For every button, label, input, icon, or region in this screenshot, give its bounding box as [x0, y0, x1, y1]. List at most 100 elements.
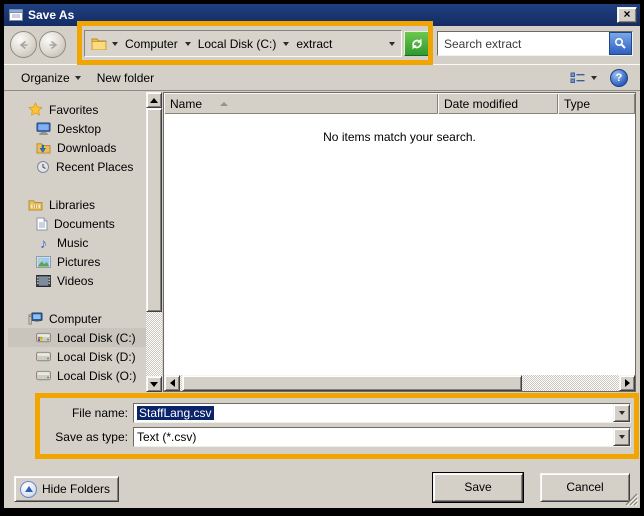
- arrow-up-icon: [150, 98, 158, 103]
- scroll-down-button[interactable]: [146, 376, 162, 392]
- sidebar-item-downloads[interactable]: Downloads: [8, 138, 146, 157]
- sidebar-item-label: Local Disk (D:): [57, 350, 136, 364]
- column-label: Name: [170, 97, 202, 111]
- chevron-down-icon[interactable]: [112, 42, 118, 46]
- libraries-icon: [28, 198, 43, 211]
- collapse-icon: [20, 481, 37, 498]
- views-button[interactable]: [565, 69, 602, 87]
- sidebar-item-recent-places[interactable]: Recent Places: [8, 157, 146, 176]
- arrow-left-icon: [170, 379, 175, 387]
- back-button[interactable]: [10, 31, 37, 58]
- file-list-scrollbar[interactable]: [164, 375, 635, 391]
- forward-arrow-icon: [46, 38, 60, 52]
- sidebar-item-pictures[interactable]: Pictures: [8, 252, 146, 271]
- sidebar-item-label: Desktop: [57, 122, 101, 136]
- column-label: Date modified: [444, 97, 518, 111]
- empty-results-message: No items match your search.: [164, 130, 635, 144]
- sidebar-scrollbar[interactable]: [146, 92, 162, 392]
- hide-folders-button[interactable]: Hide Folders: [14, 476, 119, 502]
- address-dropdown-icon[interactable]: [389, 42, 395, 46]
- column-header-date-modified[interactable]: Date modified: [438, 93, 558, 114]
- music-icon: ♪: [36, 235, 51, 251]
- sidebar-section-label: Libraries: [49, 198, 95, 212]
- sidebar-item-label: Pictures: [57, 255, 100, 269]
- toolbar-right-group: ?: [565, 69, 628, 87]
- forward-button[interactable]: [39, 31, 66, 58]
- file-list: Name Date modified Type No items match y…: [163, 92, 636, 392]
- folder-icon: [91, 37, 107, 50]
- refresh-button[interactable]: [404, 31, 430, 56]
- save-as-type-label: Save as type:: [4, 427, 128, 447]
- save-button[interactable]: Save: [433, 473, 523, 502]
- resize-grip[interactable]: [625, 493, 638, 506]
- address-bar[interactable]: Computer Local Disk (C:) extract: [84, 30, 402, 57]
- documents-icon: [36, 217, 48, 231]
- cancel-button[interactable]: Cancel: [540, 473, 630, 502]
- sidebar-item-label: Local Disk (C:): [57, 331, 136, 345]
- sidebar-item-local-disk-o[interactable]: Local Disk (O:): [8, 366, 146, 385]
- drive-c-icon: [36, 332, 51, 343]
- search-button[interactable]: [609, 32, 632, 55]
- sidebar-item-label: Documents: [54, 217, 115, 231]
- search-icon: [614, 37, 627, 50]
- sidebar-item-music[interactable]: ♪ Music: [8, 233, 146, 252]
- downloads-icon: [36, 141, 51, 154]
- file-name-combobox[interactable]: StaffLang.csv: [133, 403, 631, 423]
- organize-menu[interactable]: Organize: [16, 68, 86, 88]
- content-area: Favorites Desktop Downloads: [8, 92, 636, 392]
- star-icon: [28, 102, 43, 117]
- search-input[interactable]: [438, 37, 609, 51]
- scrollbar-thumb[interactable]: [182, 375, 522, 391]
- new-folder-button[interactable]: New folder: [92, 68, 159, 88]
- sidebar-item-label: Music: [57, 236, 88, 250]
- breadcrumb-local-disk-c[interactable]: Local Disk (C:): [196, 36, 279, 52]
- save-as-type-combobox[interactable]: Text (*.csv): [133, 427, 631, 447]
- hide-folders-label: Hide Folders: [42, 482, 110, 496]
- sidebar-item-desktop[interactable]: Desktop: [8, 119, 146, 138]
- file-name-dropdown-button[interactable]: [613, 404, 630, 422]
- sidebar-item-label: Local Disk (O:): [57, 369, 136, 383]
- sidebar-item-documents[interactable]: Documents: [8, 214, 146, 233]
- sidebar-section-favorites[interactable]: Favorites: [8, 100, 146, 119]
- sidebar-section-computer[interactable]: Computer: [8, 309, 146, 328]
- drive-icon: [36, 370, 51, 381]
- file-name-value[interactable]: StaffLang.csv: [134, 404, 613, 422]
- sidebar-gap: [8, 176, 146, 195]
- sidebar-item-local-disk-c[interactable]: Local Disk (C:): [8, 328, 146, 347]
- command-toolbar: Organize New folder ?: [4, 64, 640, 91]
- views-icon: [570, 72, 586, 84]
- pictures-icon: [36, 256, 51, 268]
- sidebar-item-local-disk-d[interactable]: Local Disk (D:): [8, 347, 146, 366]
- sidebar-item-videos[interactable]: Videos: [8, 271, 146, 290]
- sidebar-item-label: Videos: [57, 274, 93, 288]
- chevron-down-icon[interactable]: [185, 42, 191, 46]
- breadcrumb-computer[interactable]: Computer: [123, 36, 180, 52]
- column-header-name[interactable]: Name: [164, 93, 438, 114]
- scroll-left-button[interactable]: [164, 375, 180, 391]
- column-label: Type: [564, 97, 590, 111]
- sidebar-section-label: Computer: [49, 312, 102, 326]
- breadcrumb-extract[interactable]: extract: [294, 36, 334, 52]
- scroll-up-button[interactable]: [146, 92, 162, 108]
- scrollbar-track[interactable]: [146, 312, 162, 376]
- save-as-type-value[interactable]: Text (*.csv): [134, 428, 613, 446]
- chevron-down-icon[interactable]: [283, 42, 289, 46]
- arrow-down-icon: [150, 382, 158, 387]
- sidebar-section-libraries[interactable]: Libraries: [8, 195, 146, 214]
- sort-ascending-icon: [220, 102, 228, 106]
- scrollbar-thumb[interactable]: [146, 108, 162, 312]
- chevron-down-icon: [75, 76, 81, 80]
- save-as-type-dropdown-button[interactable]: [613, 428, 630, 446]
- save-as-dialog-icon: [9, 9, 23, 21]
- scroll-right-button[interactable]: [619, 375, 635, 391]
- column-header-type[interactable]: Type: [558, 93, 635, 114]
- close-button[interactable]: ×: [617, 7, 637, 23]
- chevron-down-icon: [619, 411, 625, 415]
- sidebar-section-label: Favorites: [49, 103, 98, 117]
- title-bar: Save As: [4, 4, 640, 26]
- recent-places-icon: [36, 160, 50, 174]
- selected-text: StaffLang.csv: [137, 406, 214, 420]
- organize-label: Organize: [21, 71, 70, 85]
- help-button[interactable]: ?: [610, 69, 628, 87]
- desktop-icon: [36, 122, 51, 136]
